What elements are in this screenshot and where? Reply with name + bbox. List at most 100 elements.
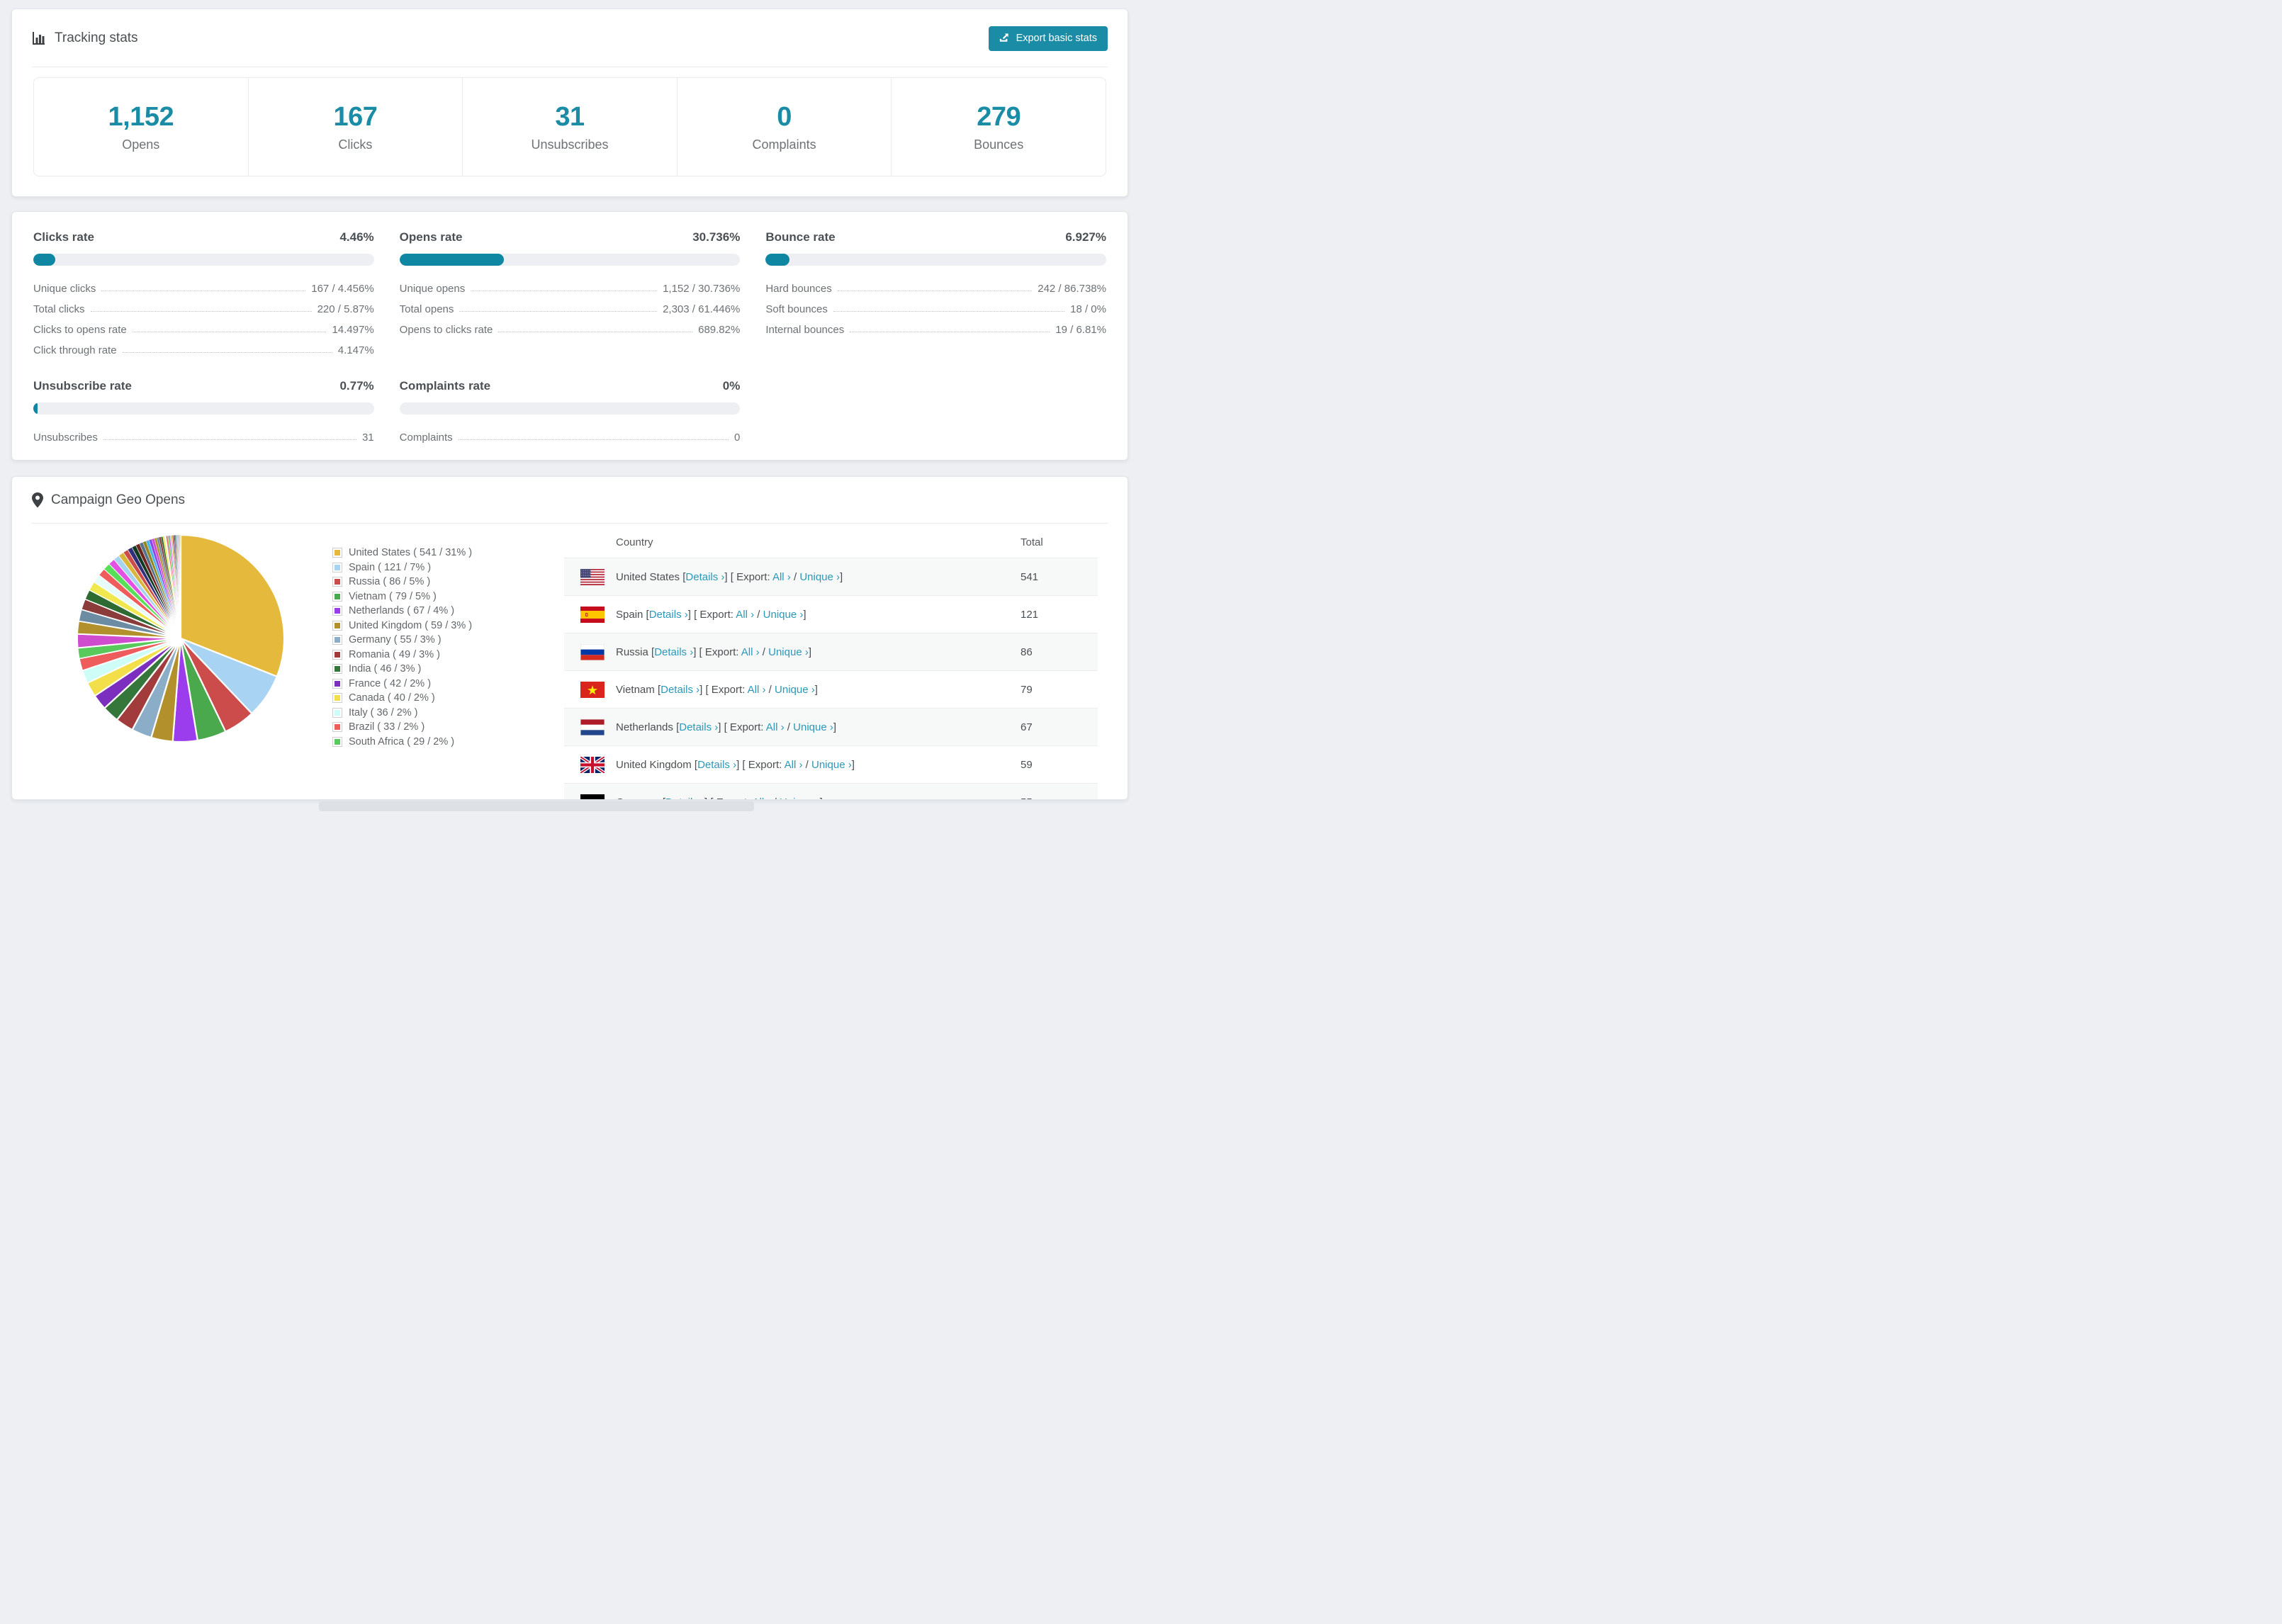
bracket: ] [ [736, 758, 746, 771]
details-link[interactable]: Details › [679, 721, 718, 733]
dotted-leader [833, 311, 1065, 312]
legend-label: Brazil ( 33 / 2% ) [349, 721, 425, 733]
export-all-link[interactable]: All › [766, 721, 785, 733]
legend-item[interactable]: Brazil ( 33 / 2% ) [332, 720, 472, 735]
geo-opens-pie-chart[interactable] [73, 531, 288, 746]
legend-item[interactable]: Germany ( 55 / 3% ) [332, 633, 472, 648]
export-unique-link[interactable]: Unique › [793, 721, 833, 733]
legend-item[interactable]: United Kingdom ( 59 / 3% ) [332, 619, 472, 633]
export-all-link[interactable]: All › [753, 796, 771, 800]
country-cell: Russia [Details ›] [ Export: All › / Uni… [616, 646, 1021, 658]
rate-detail-rows: Hard bounces 242 / 86.738% Soft bounces 18 … [765, 274, 1106, 336]
rate-title: Complaints rate [399, 379, 491, 393]
details-link[interactable]: Details › [685, 571, 724, 583]
export-basic-stats-button[interactable]: Export basic stats [988, 26, 1108, 51]
country-name: Germany [616, 796, 663, 800]
rate-detail-label: Unsubscribes [33, 432, 98, 444]
export-unique-link[interactable]: Unique › [799, 571, 840, 583]
total-cell: 55 [1021, 796, 1098, 800]
legend-item[interactable]: Italy ( 36 / 2% ) [332, 706, 472, 721]
horizontal-scrollbar[interactable] [319, 801, 754, 811]
bracket: ] [814, 683, 818, 696]
legend-label: Canada ( 40 / 2% ) [349, 692, 435, 704]
total-column-header: Total [1021, 536, 1043, 548]
rate-detail-value: 31 [361, 432, 374, 444]
legend-item[interactable]: Spain ( 121 / 7% ) [332, 560, 472, 575]
bracket: ] [ [724, 570, 734, 583]
export-unique-link[interactable]: Unique › [780, 796, 820, 800]
export-label: Export: [726, 721, 766, 733]
country-cell: United Kingdom [Details ›] [ Export: All… [616, 759, 1021, 771]
rate-detail-value: 0 [734, 432, 741, 444]
total-cell: 79 [1021, 683, 1033, 696]
export-all-link[interactable]: All › [741, 646, 760, 658]
export-unique-link[interactable]: Unique › [768, 646, 809, 658]
export-all-link[interactable]: All › [748, 684, 766, 696]
rate-detail-label: Complaints [399, 432, 453, 444]
legend-label: Spain ( 121 / 7% ) [349, 561, 432, 573]
geo-header-divider [32, 523, 1108, 524]
country-name: United Kingdom [616, 758, 695, 771]
summary-metric-label: Opens [122, 137, 160, 152]
rate-title-row: Opens rate 30.736% [400, 230, 741, 244]
legend-item[interactable]: Netherlands ( 67 / 4% ) [332, 604, 472, 619]
rates-card: Clicks rate 4.46% Unique clicks 167 / 4.456… [11, 211, 1128, 461]
summary-metric-value: 167 [333, 101, 378, 132]
summary-metric-value: 279 [977, 101, 1021, 132]
country-cell: United States [Details ›] [ Export: All … [616, 571, 1021, 583]
rate-detail-label: Unique opens [399, 283, 466, 295]
summary-metric-label: Unsubscribes [531, 137, 609, 152]
rate-value: 30.736% [692, 230, 741, 244]
legend-item[interactable]: India ( 46 / 3% ) [332, 662, 472, 677]
legend-item[interactable]: Vietnam ( 79 / 5% ) [332, 590, 472, 604]
country-cell: Germany [Details ›] [ Export: All › / Un… [616, 796, 1021, 800]
legend-item[interactable]: United States ( 541 / 31% ) [332, 546, 472, 560]
geo-title-group: Campaign Geo Opens [32, 492, 185, 508]
slash: / [759, 645, 769, 658]
table-row-gb: United Kingdom [Details ›] [ Export: All… [564, 746, 1098, 784]
rate-progress-track [399, 402, 741, 415]
total-cell: 59 [1021, 758, 1033, 771]
rate-progress-track [33, 254, 374, 266]
rate-block-complaints-rate: Complaints rate 0% Complaints 0 [399, 379, 741, 444]
summary-metric-value: 1,152 [108, 101, 174, 132]
table-row-vn: Vietnam [Details ›] [ Export: All › / Un… [564, 671, 1098, 709]
legend-item[interactable]: South Africa ( 29 / 2% ) [332, 735, 472, 750]
details-link[interactable]: Details › [661, 684, 699, 696]
tracking-stats-card: Tracking stats Export basic stats 1,152 O… [11, 9, 1128, 197]
summary-metrics-row: 1,152 Opens 167 Clicks 31 Unsubscribes 0 Compla… [33, 77, 1106, 176]
bracket: ] [820, 796, 823, 800]
export-all-link[interactable]: All › [785, 759, 803, 771]
rate-detail-row: Total opens 2,303 / 61.446% [400, 295, 741, 315]
export-all-link[interactable]: All › [772, 571, 791, 583]
details-link[interactable]: Details › [649, 609, 688, 621]
bracket: ] [833, 721, 837, 733]
bracket: ] [803, 608, 806, 621]
summary-metric-clicks: 167 Clicks [247, 78, 463, 176]
legend-item[interactable]: Canada ( 40 / 2% ) [332, 691, 472, 706]
rate-detail-label: Soft bounces [765, 303, 828, 315]
details-link[interactable]: Details › [665, 796, 704, 800]
legend-item[interactable]: Russia ( 86 / 5% ) [332, 575, 472, 590]
rate-title-row: Bounce rate 6.927% [765, 230, 1106, 244]
rate-detail-label: Internal bounces [765, 324, 845, 336]
geo-table-header-row: Country Total [564, 526, 1098, 558]
slash: / [754, 608, 763, 621]
export-unique-link[interactable]: Unique › [811, 759, 852, 771]
total-cell: 121 [1021, 608, 1039, 621]
details-link[interactable]: Details › [697, 759, 736, 771]
rate-detail-rows: Unique opens 1,152 / 30.736% Total opens 2,… [400, 274, 741, 336]
bracket: ] [851, 758, 855, 771]
export-unique-link[interactable]: Unique › [763, 609, 804, 621]
details-link[interactable]: Details › [654, 646, 693, 658]
rate-title: Opens rate [399, 230, 463, 244]
legend-label: Russia ( 86 / 5% ) [349, 576, 431, 588]
rate-detail-value: 14.497% [332, 324, 374, 336]
rate-block-unsubscribe-rate: Unsubscribe rate 0.77% Unsubscribes 31 [33, 379, 374, 444]
export-all-link[interactable]: All › [736, 609, 754, 621]
legend-item[interactable]: France ( 42 / 2% ) [332, 677, 472, 692]
export-unique-link[interactable]: Unique › [775, 684, 815, 696]
rate-detail-label: Click through rate [33, 344, 117, 356]
legend-item[interactable]: Romania ( 49 / 3% ) [332, 648, 472, 662]
summary-metric-label: Complaints [752, 137, 816, 152]
